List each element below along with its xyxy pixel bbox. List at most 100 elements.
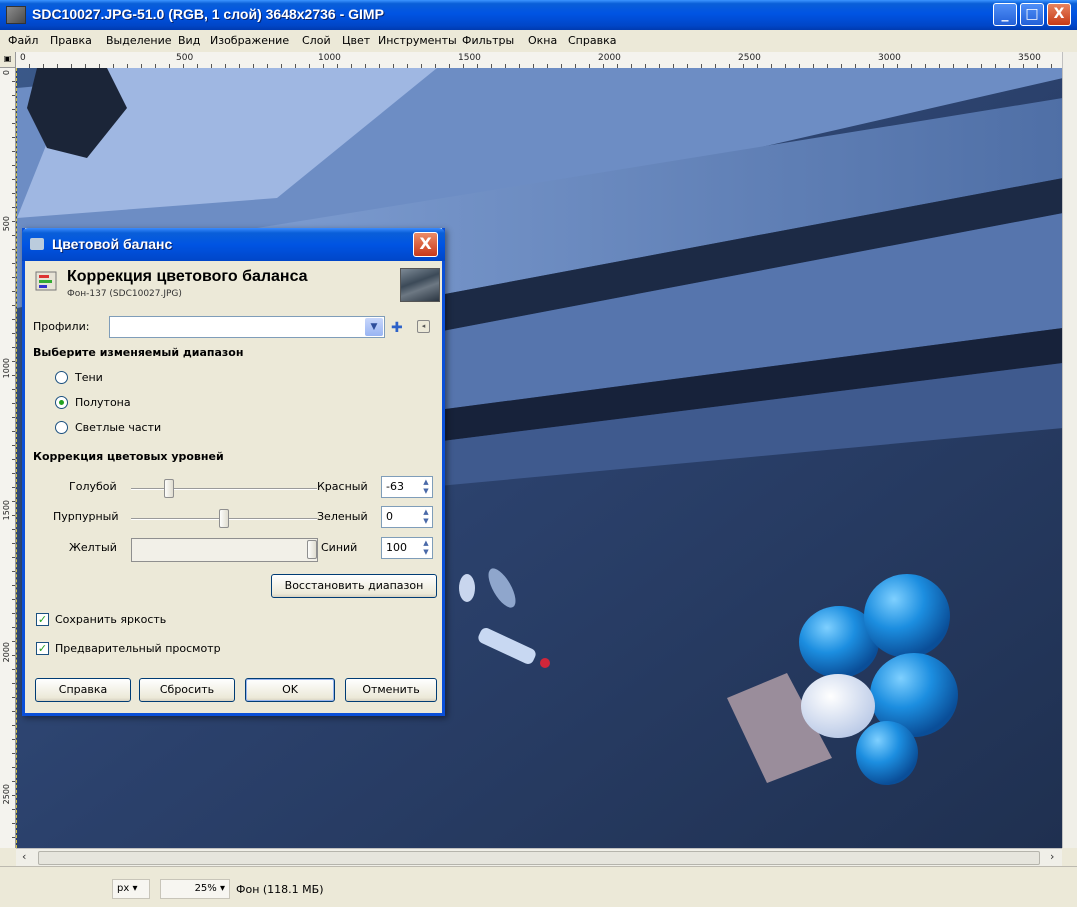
yellow-blue-spinbox[interactable]: 100 ▲ ▼ [381, 537, 433, 559]
title-bar: SDC10027.JPG-51.0 (RGB, 1 слой) 3648x273… [0, 0, 1077, 30]
ruler-label: 2000 [2, 642, 11, 663]
color-balance-icon [35, 271, 57, 291]
profiles-label: Профили: [33, 320, 90, 333]
range-heading: Выберите изменяемый диапазон [33, 346, 244, 359]
yellow-blue-track[interactable] [131, 538, 318, 562]
cyan-label: Голубой [69, 480, 117, 493]
ruler-label: 1000 [2, 358, 11, 379]
ruler-label: 500 [176, 53, 194, 63]
profile-menu-icon[interactable]: ◂ [417, 320, 430, 333]
dialog-title: Цветовой баланс [52, 236, 173, 252]
chevron-down-icon: ▾ [216, 883, 225, 894]
ruler-label: 1000 [318, 53, 341, 63]
close-button[interactable]: X [1047, 3, 1071, 26]
menu-tools[interactable]: Инструменты [378, 34, 457, 47]
menu-image[interactable]: Изображение [210, 34, 289, 47]
help-button[interactable]: Справка [35, 678, 131, 702]
green-label: Зеленый [317, 510, 368, 523]
menu-file[interactable]: Файл [8, 34, 38, 47]
menu-view[interactable]: Вид [178, 34, 200, 47]
yellow-blue-slider[interactable] [307, 540, 317, 559]
yellow-label: Желтый [69, 541, 117, 554]
chevron-down-icon: ▾ [129, 883, 138, 894]
magenta-label: Пурпурный [53, 510, 119, 523]
yellow-blue-value: 100 [386, 541, 407, 554]
cyan-red-spinbox[interactable]: -63 ▲ ▼ [381, 476, 433, 498]
menu-colors[interactable]: Цвет [342, 34, 370, 47]
preview-label[interactable]: Предварительный просмотр [55, 642, 221, 655]
dialog-close-button[interactable]: X [413, 232, 438, 257]
spin-arrows-icon[interactable]: ▲ ▼ [421, 539, 431, 557]
quick-mask-toggle[interactable]: ▣ [0, 52, 16, 68]
ruler-label: 3000 [878, 53, 901, 63]
zoom-value: 25% [194, 883, 217, 894]
ruler-label: 0 [20, 53, 26, 63]
minimize-button[interactable]: _ [993, 3, 1017, 26]
ruler-label: 0 [2, 70, 11, 76]
spin-arrows-icon[interactable]: ▲ ▼ [421, 508, 431, 526]
preview-checkbox[interactable]: ✓ [36, 642, 49, 655]
horizontal-scroll-thumb[interactable] [38, 851, 1040, 865]
reset-button[interactable]: Сбросить [139, 678, 235, 702]
ok-button[interactable]: OK [245, 678, 335, 702]
color-balance-dialog: Цветовой баланс X Коррекция цветового ба… [22, 228, 445, 716]
dialog-subheading: Фон-137 (SDC10027.JPG) [67, 289, 182, 299]
chevron-down-icon[interactable]: ▼ [365, 318, 383, 336]
zoom-nav-corner[interactable] [0, 848, 16, 866]
magenta-green-spinbox[interactable]: 0 ▲ ▼ [381, 506, 433, 528]
menu-help[interactable]: Справка [568, 34, 616, 47]
dialog-app-icon [30, 238, 44, 250]
ruler-label: 2000 [598, 53, 621, 63]
scroll-right-icon[interactable]: › [1050, 850, 1054, 863]
blue-label: Синий [321, 541, 358, 554]
ruler-label: 1500 [458, 53, 481, 63]
magenta-green-value: 0 [386, 510, 393, 523]
vertical-scrollbar[interactable] [1062, 52, 1077, 848]
window-title: SDC10027.JPG-51.0 (RGB, 1 слой) 3648x273… [32, 6, 384, 22]
scroll-left-icon[interactable]: ‹ [22, 850, 26, 863]
preserve-luminosity-checkbox[interactable]: ✓ [36, 613, 49, 626]
maximize-button[interactable]: □ [1020, 3, 1044, 26]
menu-filters[interactable]: Фильтры [462, 34, 514, 47]
spin-arrows-icon[interactable]: ▲ ▼ [421, 478, 431, 496]
cyan-red-track[interactable] [131, 488, 317, 490]
levels-heading: Коррекция цветовых уровней [33, 450, 224, 463]
dialog-title-bar[interactable]: Цветовой баланс X [22, 228, 445, 261]
ruler-label: 1500 [2, 500, 11, 521]
unit-select[interactable]: px ▾ [112, 879, 150, 899]
menu-bar: Файл Правка Выделение Вид Изображение Сл… [0, 30, 1077, 52]
menu-select[interactable]: Выделение [106, 34, 172, 47]
vertical-ruler: 0 500 1000 1500 2000 2500 [0, 68, 16, 848]
menu-layer[interactable]: Слой [302, 34, 331, 47]
layer-info: Фон (118.1 МБ) [236, 883, 324, 896]
radio-shadows-label[interactable]: Тени [75, 371, 103, 384]
ruler-label: 2500 [2, 784, 11, 805]
gimp-app-icon [6, 6, 26, 24]
cyan-red-slider[interactable] [163, 479, 174, 498]
unit-value: px [117, 883, 130, 894]
menu-windows[interactable]: Окна [528, 34, 557, 47]
profiles-combo[interactable]: ▼ [109, 316, 385, 338]
radio-midtones-label[interactable]: Полутона [75, 396, 131, 409]
ruler-label: 3500 [1018, 53, 1041, 63]
ruler-label: 2500 [738, 53, 761, 63]
radio-highlights-label[interactable]: Светлые части [75, 421, 161, 434]
horizontal-ruler: 0 500 1000 1500 2000 2500 3000 3500 [16, 52, 1062, 69]
zoom-select[interactable]: 25% ▾ [160, 879, 230, 899]
preserve-luminosity-label[interactable]: Сохранить яркость [55, 613, 166, 626]
cancel-button[interactable]: Отменить [345, 678, 437, 702]
magenta-green-slider[interactable] [219, 509, 229, 528]
ruler-label: 500 [2, 216, 11, 232]
reset-range-button[interactable]: Восстановить диапазон [271, 574, 437, 598]
cyan-red-value: -63 [386, 480, 404, 493]
horizontal-scrollbar[interactable]: ‹ › [16, 848, 1062, 866]
status-bar: px ▾ 25% ▾ Фон (118.1 МБ) [0, 866, 1077, 907]
layer-thumbnail [400, 268, 440, 302]
radio-highlights[interactable] [55, 421, 68, 434]
add-profile-icon[interactable]: ✚ [391, 320, 403, 336]
red-label: Красный [317, 480, 368, 493]
radio-shadows[interactable] [55, 371, 68, 384]
radio-midtones[interactable] [55, 396, 68, 409]
menu-edit[interactable]: Правка [50, 34, 92, 47]
dialog-heading: Коррекция цветового баланса [67, 268, 308, 285]
